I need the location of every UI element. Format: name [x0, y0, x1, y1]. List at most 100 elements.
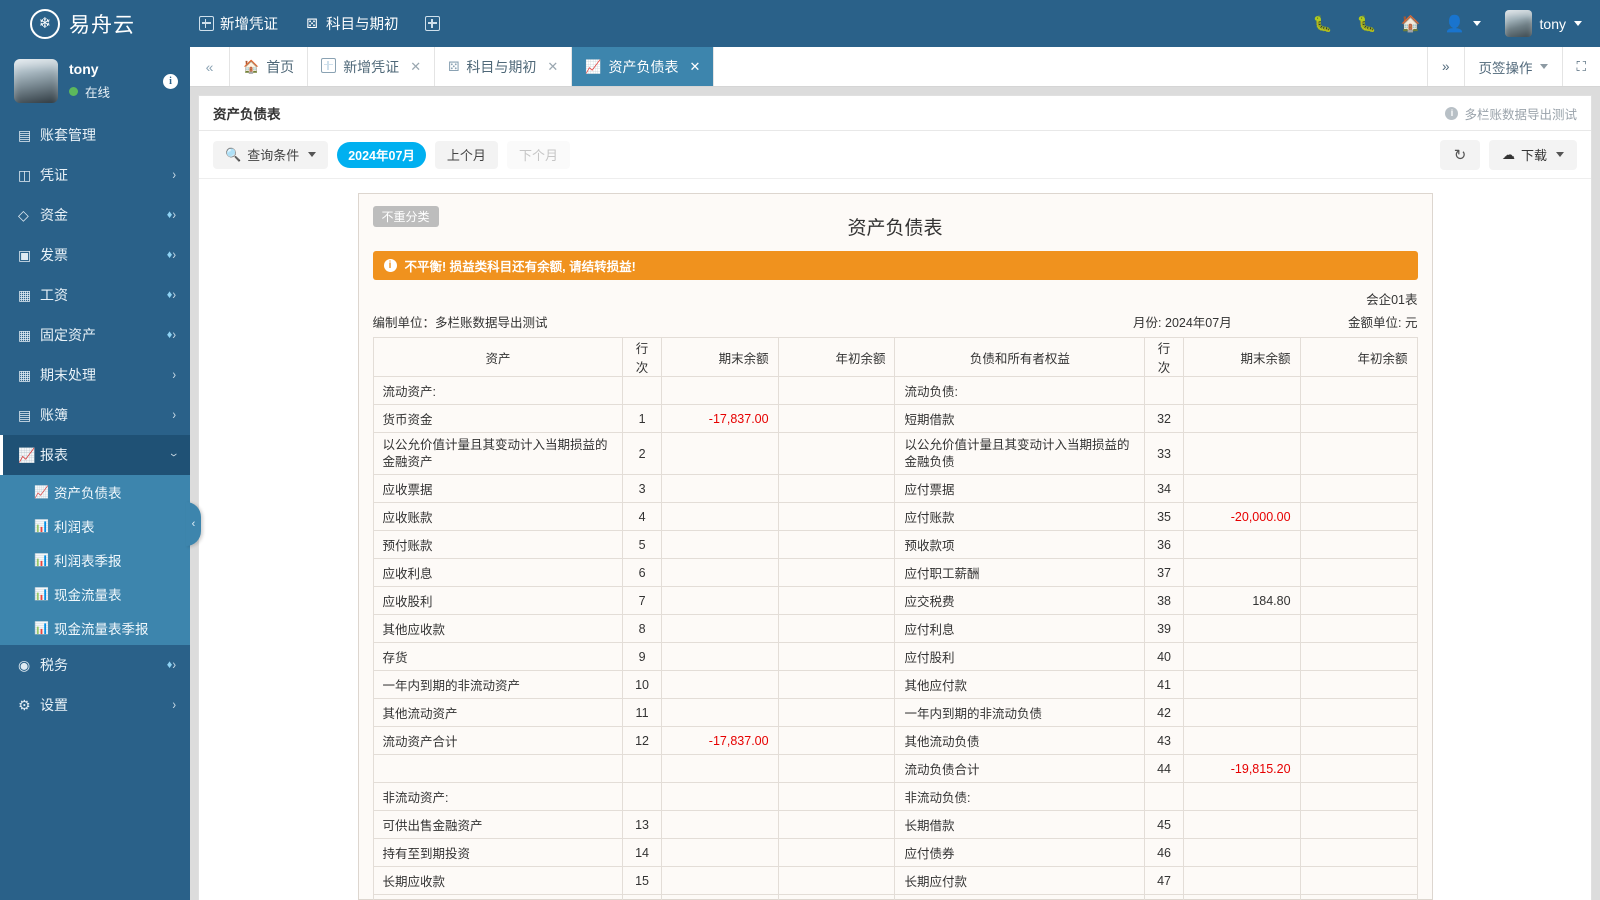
info-icon[interactable]: i: [163, 73, 178, 89]
close-icon[interactable]: ✕: [690, 59, 701, 75]
cell-liability-name: 应付职工薪酬: [894, 558, 1146, 587]
sidebar-item-cash-flow[interactable]: 📊 现金流量表: [0, 577, 190, 611]
chevron-right-icon: ›: [172, 657, 176, 673]
cell-liability-end-balance: [1182, 782, 1301, 811]
top-action-new-voucher[interactable]: 新增凭证: [198, 13, 278, 34]
cell-liability-end-balance: [1182, 404, 1301, 433]
cell-liability-line-no: 37: [1144, 558, 1184, 587]
user-menu-icon-button[interactable]: 👤: [1445, 14, 1481, 34]
brand-logo-area[interactable]: ❄ 易舟云: [0, 8, 190, 39]
cell-asset-name: 应收票据: [372, 474, 624, 503]
sidebar-item-fund[interactable]: ◇ 资金 ♦ ›: [0, 195, 190, 235]
cell-liability-begin-balance: [1299, 376, 1418, 405]
next-month-button: 下个月: [506, 140, 570, 169]
refresh-icon[interactable]: ↻: [1439, 139, 1480, 170]
cell-asset-end-balance: [660, 782, 779, 811]
user-profile-menu[interactable]: tony: [1504, 10, 1582, 37]
table-row: 预付账款 5 预收款项 36: [372, 530, 1418, 559]
cell-asset-begin-balance: [777, 558, 896, 587]
chart-line-icon: 📈: [18, 446, 36, 463]
cell-asset-name: 其他应收款: [372, 614, 624, 643]
table-header: 资产 行次 期末余额 年初余额 负债和所有者权益 行次 期末余额 年初余额: [372, 337, 1418, 377]
double-chevron-left-icon[interactable]: «: [190, 47, 230, 86]
cell-liability-line-no: 39: [1144, 614, 1184, 643]
bug-icon[interactable]: 🐛: [1313, 14, 1333, 34]
cell-asset-name: 应收股利: [372, 586, 624, 615]
top-action-label: 科目与期初: [326, 17, 399, 33]
sidebar-user-name: tony: [69, 61, 99, 77]
calendar-icon: ▦: [18, 366, 32, 383]
gear-icon: ⚙: [18, 696, 31, 713]
cell-asset-end-balance: [660, 698, 779, 727]
table-row: 一年内到期的非流动资产 10 其他应付款 41: [372, 670, 1418, 699]
report-scroll-area[interactable]: 不重分类 资产负债表 i 不平衡! 损益类科目还有余额, 请结转损益! 会企01…: [199, 179, 1591, 900]
report-meta-row-1: 会企01表: [373, 289, 1417, 308]
fund-icon: ◇: [18, 206, 29, 223]
fullscreen-icon[interactable]: ⛶: [1561, 47, 1600, 86]
reclassify-badge[interactable]: 不重分类: [372, 206, 439, 227]
cell-liability-line-no: [1144, 782, 1184, 811]
tab-operations-menu[interactable]: 页签操作: [1463, 47, 1562, 86]
close-icon[interactable]: ✕: [410, 59, 421, 75]
sidebar-item-income-statement-quarterly[interactable]: 📊 利润表季报: [0, 543, 190, 577]
bar-chart-icon: 📊: [34, 553, 49, 567]
download-button[interactable]: ☁ 下载: [1488, 139, 1577, 170]
tab-home[interactable]: 🏠 首页: [230, 47, 309, 86]
sidebar-item-period-end[interactable]: ▦ 期末处理 ›: [0, 355, 190, 395]
prev-month-button[interactable]: 上个月: [434, 140, 498, 169]
sidebar-item-salary[interactable]: ▦ 工资 ♦ ›: [0, 275, 190, 315]
close-icon[interactable]: ✕: [547, 59, 558, 75]
sidebar-item-fixed-asset[interactable]: ▦ 固定资产 ♦ ›: [0, 315, 190, 355]
account-set-name: 多栏账数据导出测试: [1464, 107, 1577, 122]
top-action-subjects[interactable]: ⚄ 科目与期初: [304, 13, 399, 34]
sidebar-profile[interactable]: tony 在线 i: [0, 47, 190, 115]
sidebar-item-invoice[interactable]: ▣ 发票 ♦ ›: [0, 235, 190, 275]
plus-square-icon: [321, 57, 337, 76]
sidebar-item-income-statement[interactable]: 📊 利润表: [0, 509, 190, 543]
table-row: 应收股利 7 应交税费 38 184.80: [372, 586, 1418, 615]
sidebar-item-reports[interactable]: 📈 报表 ›: [0, 435, 190, 475]
cell-asset-begin-balance: [777, 530, 896, 559]
cell-asset-begin-balance: [777, 782, 896, 811]
sidebar-item-tax[interactable]: ◉ 税务 ♦ ›: [0, 645, 190, 685]
query-conditions-button[interactable]: 🔍 查询条件: [213, 140, 329, 169]
sidebar-item-ledger[interactable]: ▤ 账簿 ›: [0, 395, 190, 435]
tab-subjects[interactable]: ⚄ 科目与期初 ✕: [435, 47, 573, 86]
sidebar-item-cash-flow-quarterly[interactable]: 📊 现金流量表季报: [0, 611, 190, 645]
cell-liability-end-balance: [1182, 530, 1301, 559]
sidebar-profile-info: tony 在线: [69, 61, 152, 101]
table-row: 应收账款 4 应付账款 35 -20,000.00: [372, 502, 1418, 531]
report-panel: 资产负债表 i 多栏账数据导出测试 🔍 查询条件 2024年07月 上个月 下个…: [198, 95, 1592, 900]
sidebar-item-settings[interactable]: ⚙ 设置 ›: [0, 685, 190, 725]
cell-asset-name: 其他流动资产: [372, 698, 624, 727]
cloud-download-icon: ☁: [1501, 146, 1515, 162]
table-body: 流动资产: 流动负债: 货币资金 1 -17,837.00 短期借款 32 以公允价值计量且其…: [372, 376, 1418, 900]
cell-asset-name: 可供出售金融资产: [372, 810, 624, 839]
double-chevron-right-icon[interactable]: »: [1427, 47, 1464, 86]
cell-liability-end-balance: [1182, 726, 1301, 755]
bug-icon[interactable]: 🐛: [1357, 14, 1377, 34]
cell-liability-begin-balance: [1299, 726, 1418, 755]
sidebar-item-account-set[interactable]: ▤ 账套管理: [0, 115, 190, 155]
cell-asset-begin-balance: [777, 642, 896, 671]
home-icon[interactable]: 🏠: [1401, 14, 1421, 34]
tab-balance-sheet[interactable]: 📈 资产负债表 ✕: [572, 47, 715, 86]
cell-liability-line-no: 33: [1144, 432, 1184, 475]
cell-liability-line-no: 44: [1144, 754, 1184, 783]
amount-unit: 金额单位: 元: [1348, 316, 1418, 330]
cell-liability-begin-balance: [1299, 586, 1418, 615]
sidebar-item-balance-sheet[interactable]: 📈 资产负债表: [0, 475, 190, 509]
cell-asset-begin-balance: [777, 894, 896, 900]
cell-asset-end-balance: [660, 530, 779, 559]
period-badge[interactable]: 2024年07月: [337, 141, 426, 168]
top-action-grid[interactable]: [425, 16, 441, 32]
sidebar-item-voucher[interactable]: ◫ 凭证 ›: [0, 155, 190, 195]
cell-liability-name: 应付利息: [894, 614, 1146, 643]
bar-chart-icon: 📊: [34, 587, 49, 601]
report-title: 资产负债表: [847, 218, 943, 239]
th-end-balance: 期末余额: [660, 337, 779, 377]
cell-liability-line-no: 32: [1144, 404, 1184, 433]
cell-asset-name: 以公允价值计量且其变动计入当期损益的金融资产: [372, 432, 624, 475]
tab-new-voucher[interactable]: 新增凭证 ✕: [308, 47, 436, 86]
report-month: 月份: 2024年07月: [1133, 316, 1232, 330]
